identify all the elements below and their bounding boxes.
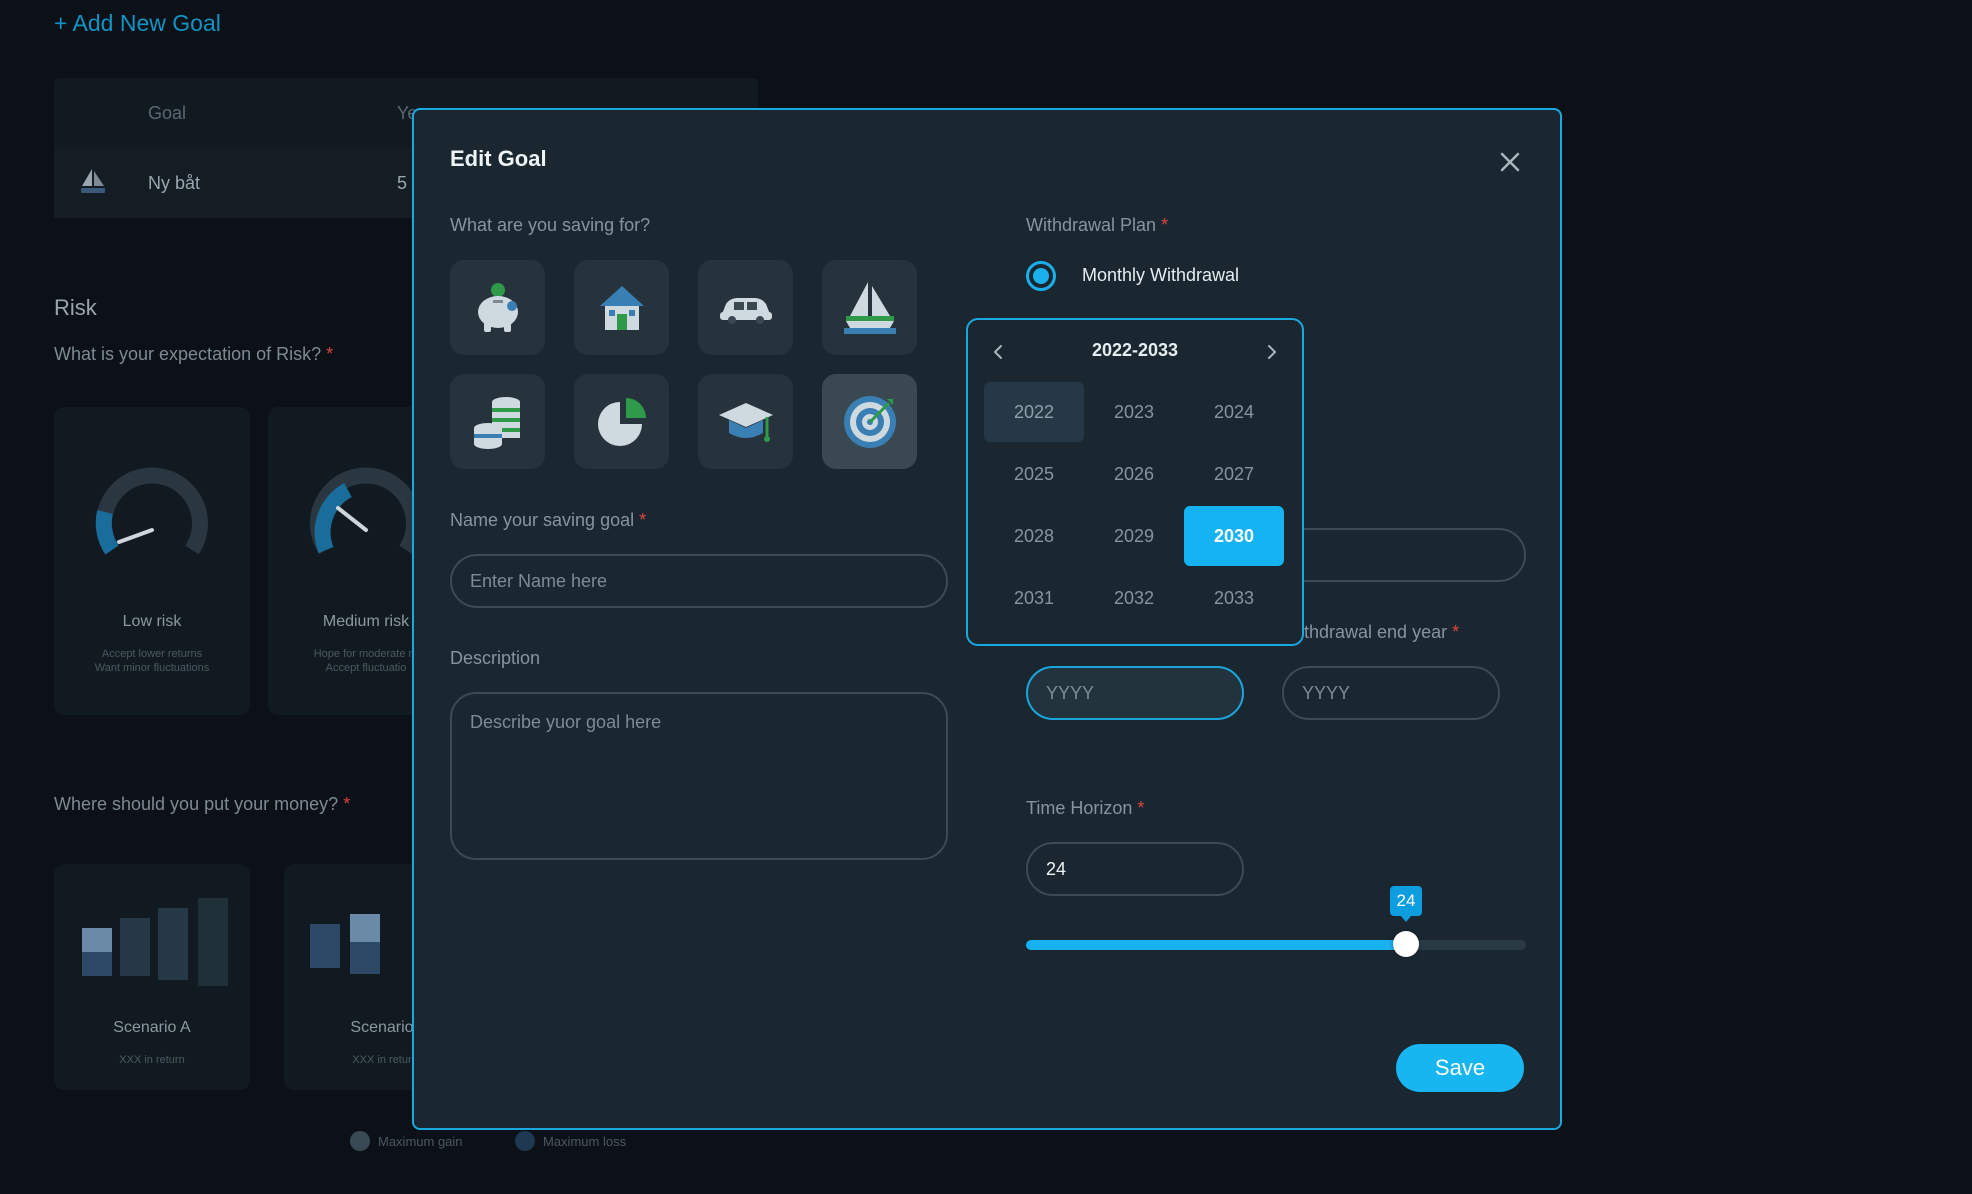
close-icon bbox=[1500, 152, 1520, 172]
add-new-goal-link[interactable]: + Add New Goal bbox=[54, 10, 221, 37]
year-cell-2026[interactable]: 2026 bbox=[1084, 444, 1184, 504]
year-picker-header: 2022-2033 bbox=[968, 334, 1302, 368]
name-label: Name your saving goal * bbox=[450, 510, 647, 530]
close-button[interactable] bbox=[1496, 148, 1524, 176]
target-icon bbox=[843, 395, 896, 448]
monthly-withdrawal-radio[interactable] bbox=[1026, 261, 1056, 291]
piggy-bank-icon bbox=[477, 282, 518, 332]
year-picker-popup: 2022-2033 2022 2023 2024 2025 2026 2027 2028 20… bbox=[966, 318, 1304, 646]
legend-dot-icon bbox=[350, 1131, 370, 1151]
risk-card-name: Low risk bbox=[122, 613, 182, 630]
sailboat-icon bbox=[843, 281, 896, 334]
withdrawal-end-year-label: thdrawal end year * bbox=[1304, 622, 1460, 642]
year-cell-2031[interactable]: 2031 bbox=[984, 568, 1084, 628]
medium-risk-gauge-icon bbox=[310, 467, 422, 555]
goal-icon-car[interactable] bbox=[698, 260, 793, 355]
legend-max-gain: Maximum gain bbox=[350, 1131, 463, 1151]
time-horizon-slider-track[interactable] bbox=[1026, 940, 1526, 950]
radio-selected-dot bbox=[1033, 268, 1049, 284]
year-range-label: 2022-2033 bbox=[1091, 340, 1179, 360]
coins-icon bbox=[473, 396, 520, 449]
withdrawal-end-year-input[interactable] bbox=[1282, 666, 1500, 720]
monthly-withdrawal-label: Monthly Withdrawal bbox=[1082, 265, 1240, 285]
legend-max-loss: Maximum loss bbox=[515, 1131, 626, 1151]
time-horizon-slider-value: 24 bbox=[1390, 886, 1422, 922]
year-cell-2025[interactable]: 2025 bbox=[984, 444, 1084, 504]
year-cell-2023[interactable]: 2023 bbox=[1084, 382, 1184, 442]
year-cell-2024[interactable]: 2024 bbox=[1184, 382, 1284, 442]
year-cell-2032[interactable]: 2032 bbox=[1084, 568, 1184, 628]
goal-icon-graduation-cap[interactable] bbox=[698, 374, 793, 469]
scenario-name: Scenario A bbox=[113, 1019, 191, 1036]
goal-icon-target[interactable] bbox=[822, 374, 917, 469]
scenario-card-a[interactable]: Scenario A XXX in return bbox=[54, 864, 250, 1090]
goal-name-input[interactable] bbox=[450, 554, 948, 608]
money-question: Where should you put your money? * bbox=[54, 794, 351, 814]
saving-for-label: What are you saving for? bbox=[450, 215, 651, 235]
goal-icon-coins[interactable] bbox=[450, 374, 545, 469]
save-button[interactable]: Save bbox=[1396, 1044, 1524, 1092]
scenario-description: XXX in return bbox=[119, 1054, 185, 1066]
year-grid: 2022 2023 2024 2025 2026 2027 2028 2029 2030 2031… bbox=[984, 382, 1284, 630]
year-cell-2029[interactable]: 2029 bbox=[1084, 506, 1184, 566]
goal-icon-piggy-bank[interactable] bbox=[450, 260, 545, 355]
risk-title: Risk bbox=[54, 295, 97, 320]
house-icon bbox=[599, 285, 644, 330]
chevron-right-icon bbox=[1268, 345, 1276, 359]
next-decade-button[interactable] bbox=[1258, 338, 1286, 366]
description-textarea[interactable] bbox=[450, 692, 948, 860]
modal-title: Edit Goal bbox=[450, 146, 547, 171]
year-cell-2030[interactable]: 2030 bbox=[1184, 506, 1284, 566]
withdrawal-start-year-input[interactable] bbox=[1026, 666, 1244, 720]
sailboat-icon bbox=[81, 168, 105, 193]
time-horizon-slider-thumb[interactable] bbox=[1393, 931, 1419, 957]
goal-icon-pie-chart[interactable] bbox=[574, 374, 669, 469]
pie-chart-icon bbox=[597, 397, 646, 446]
time-horizon-label: Time Horizon * bbox=[1026, 798, 1145, 818]
goal-column-header: Goal bbox=[148, 102, 187, 123]
graduation-cap-icon bbox=[718, 402, 773, 442]
low-risk-gauge-icon bbox=[95, 467, 208, 555]
description-label: Description bbox=[450, 648, 541, 668]
risk-card-description: Accept lower returns Want minor fluctuat… bbox=[94, 648, 210, 674]
time-horizon-slider-fill bbox=[1026, 940, 1406, 950]
risk-card-low[interactable]: Low risk Accept lower returns Want minor… bbox=[54, 407, 250, 715]
risk-question: What is your expectation of Risk? * bbox=[54, 344, 334, 364]
goal-icon-sailboat[interactable] bbox=[822, 260, 917, 355]
year-cell-2033[interactable]: 2033 bbox=[1184, 568, 1284, 628]
goal-icon-house[interactable] bbox=[574, 260, 669, 355]
legend-dot-icon bbox=[515, 1131, 535, 1151]
goal-name-cell: Ny båt bbox=[148, 172, 201, 193]
car-icon bbox=[719, 297, 772, 324]
year-cell-2027[interactable]: 2027 bbox=[1184, 444, 1284, 504]
withdrawal-plan-label: Withdrawal Plan * bbox=[1026, 215, 1169, 235]
year-cell-2022[interactable]: 2022 bbox=[984, 382, 1084, 442]
goal-years-cell: 5 bbox=[397, 172, 408, 193]
year-cell-2028[interactable]: 2028 bbox=[984, 506, 1084, 566]
time-horizon-input[interactable] bbox=[1026, 842, 1244, 896]
scenario-a-bars-icon bbox=[82, 898, 228, 986]
